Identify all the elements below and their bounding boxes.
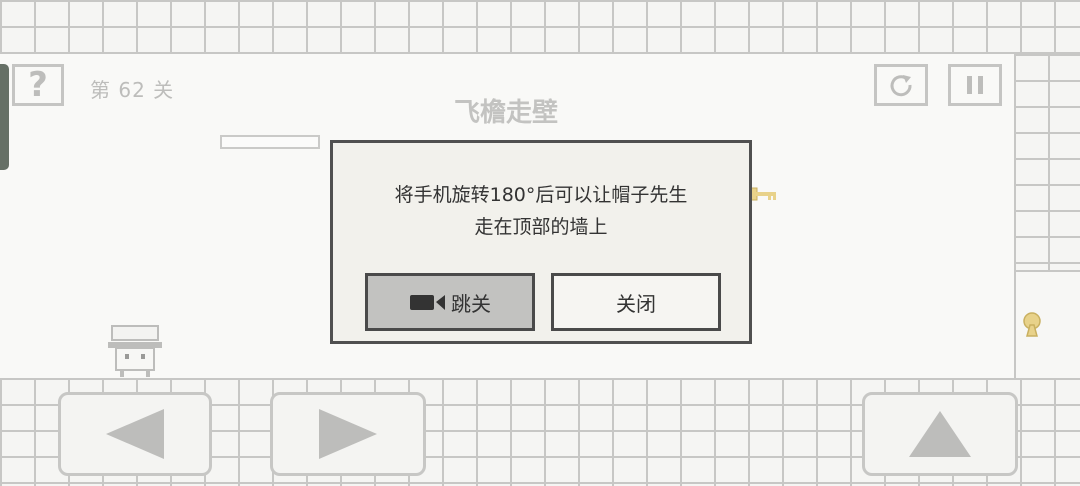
- video-camera-icon: [410, 295, 445, 310]
- skip-level-button[interactable]: 跳关: [365, 273, 535, 331]
- pause-button[interactable]: [948, 64, 1002, 106]
- stone-ledge: [220, 135, 320, 149]
- close-button[interactable]: 关闭: [551, 273, 721, 331]
- question-icon: ?: [28, 65, 48, 105]
- help-button[interactable]: ?: [12, 64, 64, 106]
- restart-icon: [890, 75, 912, 97]
- hint-message: 将手机旋转180°后可以让帽子先生 走在顶部的墙上: [333, 179, 749, 243]
- hint-message-line-2: 走在顶部的墙上: [474, 216, 608, 238]
- up-arrow-icon: [909, 411, 971, 457]
- move-right-button[interactable]: [270, 392, 426, 476]
- close-label: 关闭: [616, 291, 656, 316]
- right-brick-wall: [1014, 54, 1080, 270]
- keyhole-icon: [1023, 312, 1041, 337]
- pause-icon: [967, 76, 983, 94]
- side-drawer-handle[interactable]: [0, 64, 9, 170]
- jump-button[interactable]: [862, 392, 1018, 476]
- move-left-button[interactable]: [58, 392, 212, 476]
- mr-hat-player: [108, 325, 162, 377]
- level-number: 第 62 关: [90, 78, 175, 102]
- left-arrow-icon: [106, 409, 164, 459]
- hint-message-line-1: 将手机旋转180°后可以让帽子先生: [394, 184, 688, 206]
- skip-level-label: 跳关: [451, 291, 491, 316]
- level-title: 飞檐走壁: [453, 98, 558, 128]
- top-brick-wall: [0, 0, 1080, 54]
- restart-button[interactable]: [874, 64, 928, 106]
- hint-dialog: 将手机旋转180°后可以让帽子先生 走在顶部的墙上 跳关 关闭: [330, 140, 752, 344]
- right-arrow-icon: [319, 409, 377, 459]
